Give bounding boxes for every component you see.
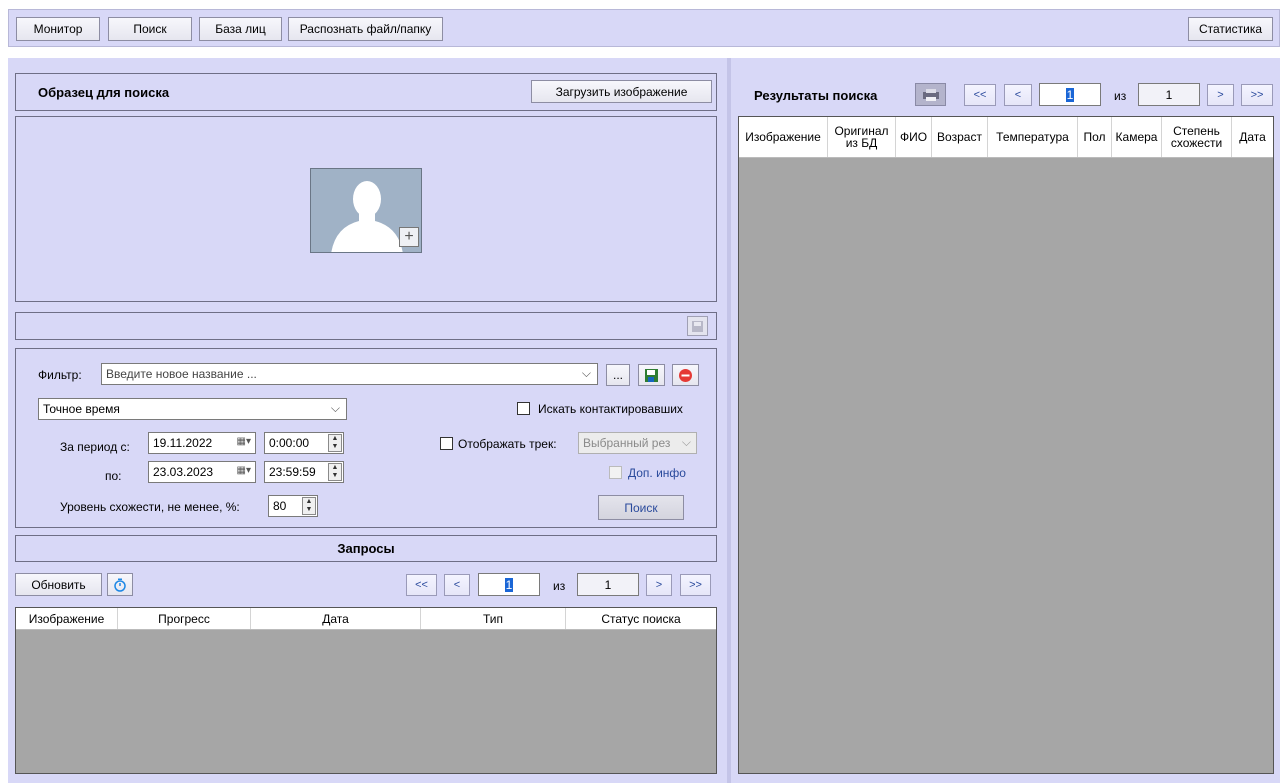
column-header[interactable]: Оригинал из БД [828, 117, 896, 157]
show-track-checkbox[interactable] [440, 437, 453, 450]
chevron-down-icon[interactable]: ⌵ [582, 366, 591, 381]
contacts-checkbox[interactable] [517, 402, 530, 415]
period-from-label: За период с: [60, 440, 130, 454]
results-total-value: 1 [1165, 87, 1173, 102]
column-header[interactable]: Степень схожести [1162, 117, 1232, 157]
column-header[interactable]: Дата [251, 608, 421, 629]
plus-icon[interactable]: + [399, 227, 419, 247]
save-filter-icon[interactable] [638, 364, 665, 386]
results-title: Результаты поиска [754, 88, 878, 103]
results-last-page[interactable]: >> [1241, 84, 1273, 106]
requests-title: Запросы [337, 541, 395, 556]
results-table-header: Изображение Оригинал из БД ФИО Возраст Т… [739, 117, 1273, 158]
load-image-button[interactable]: Загрузить изображение [531, 80, 712, 103]
results-pager-of: из [1114, 89, 1127, 103]
statistics-button[interactable]: Статистика [1188, 17, 1273, 41]
date-to-field[interactable]: 23.03.2023 ▦▾ [148, 461, 256, 483]
time-to-stepper[interactable]: ▲ ▼ [328, 463, 342, 481]
column-header[interactable]: Изображение [16, 608, 118, 629]
print-icon[interactable] [915, 83, 946, 106]
time-mode-select[interactable]: Точное время ⌵ [38, 398, 347, 420]
extra-info-label: Доп. инфо [628, 466, 686, 480]
column-header[interactable]: Статус поиска [566, 608, 716, 629]
face-db-button[interactable]: База лиц [199, 17, 282, 41]
requests-table-header: Изображение Прогресс Дата Тип Статус пои… [16, 608, 716, 630]
save-sample-icon[interactable] [687, 316, 708, 336]
time-to-value: 23:59:59 [269, 465, 316, 479]
requests-first-page[interactable]: << [406, 574, 437, 596]
results-first-page[interactable]: << [964, 84, 996, 106]
column-header[interactable]: Пол [1078, 117, 1112, 157]
filter-label: Фильтр: [38, 368, 82, 382]
results-prev-page[interactable]: < [1004, 84, 1032, 106]
requests-prev-page[interactable]: < [444, 574, 470, 596]
date-from-field[interactable]: 19.11.2022 ▦▾ [148, 432, 256, 454]
time-from-stepper[interactable]: ▲ ▼ [328, 434, 342, 452]
filter-placeholder: Введите новое название ... [106, 367, 257, 381]
time-mode-value: Точное время [43, 402, 120, 416]
monitor-button[interactable]: Монитор [16, 17, 100, 41]
column-header[interactable]: Прогресс [118, 608, 251, 629]
column-header[interactable]: ФИО [896, 117, 932, 157]
chevron-down-icon[interactable]: ⌵ [682, 435, 691, 450]
sample-info-strip [15, 312, 717, 340]
requests-page-input[interactable]: 1 [478, 573, 540, 596]
column-header[interactable]: Камера [1112, 117, 1162, 157]
search-tab-button[interactable]: Поиск [108, 17, 192, 41]
time-from-value: 0:00:00 [269, 436, 310, 450]
timer-icon[interactable] [107, 573, 133, 596]
period-to-label: по: [105, 469, 122, 483]
filter-more-button[interactable]: ... [606, 364, 630, 386]
delete-filter-icon[interactable] [672, 364, 699, 386]
requests-last-page[interactable]: >> [680, 574, 711, 596]
results-page-input[interactable]: 1 [1039, 83, 1101, 106]
column-header[interactable]: Дата [1232, 117, 1273, 157]
results-total-pages: 1 [1138, 83, 1200, 106]
requests-page-current: 1 [504, 577, 514, 592]
similarity-value: 80 [273, 499, 287, 513]
extra-info-checkbox[interactable] [609, 466, 622, 479]
refresh-button[interactable]: Обновить [15, 573, 102, 596]
requests-total-pages: 1 [577, 573, 639, 596]
calendar-icon[interactable]: ▦▾ [237, 465, 251, 476]
column-header[interactable]: Тип [421, 608, 566, 629]
column-header[interactable]: Изображение [739, 117, 828, 157]
requests-total-value: 1 [604, 577, 612, 592]
results-next-page[interactable]: > [1207, 84, 1234, 106]
recognize-file-button[interactable]: Распознать файл/папку [288, 17, 443, 41]
track-select[interactable]: Выбранный рез ⌵ [578, 432, 697, 454]
requests-next-page[interactable]: > [646, 574, 672, 596]
date-from-value: 19.11.2022 [153, 436, 213, 450]
date-to-value: 23.03.2023 [153, 465, 214, 479]
column-header[interactable]: Температура [988, 117, 1078, 157]
column-header[interactable]: Возраст [932, 117, 988, 157]
contacts-label: Искать контактировавших [538, 402, 683, 416]
search-button[interactable]: Поиск [598, 495, 684, 520]
requests-table[interactable] [15, 607, 717, 774]
similarity-stepper[interactable]: ▲ ▼ [302, 497, 316, 515]
show-track-label: Отображать трек: [458, 437, 557, 451]
sample-title: Образец для поиска [38, 85, 170, 100]
avatar-placeholder-icon[interactable]: + [310, 168, 422, 253]
calendar-icon[interactable]: ▦▾ [237, 436, 251, 447]
results-table[interactable] [738, 116, 1274, 774]
similarity-label: Уровень схожести, не менее, %: [60, 500, 240, 514]
requests-pager-of: из [553, 579, 566, 593]
track-value: Выбранный рез [583, 436, 671, 450]
chevron-down-icon[interactable]: ⌵ [331, 401, 340, 416]
results-page-current: 1 [1065, 87, 1075, 102]
filter-combobox[interactable]: Введите новое название ... ⌵ [101, 363, 598, 385]
